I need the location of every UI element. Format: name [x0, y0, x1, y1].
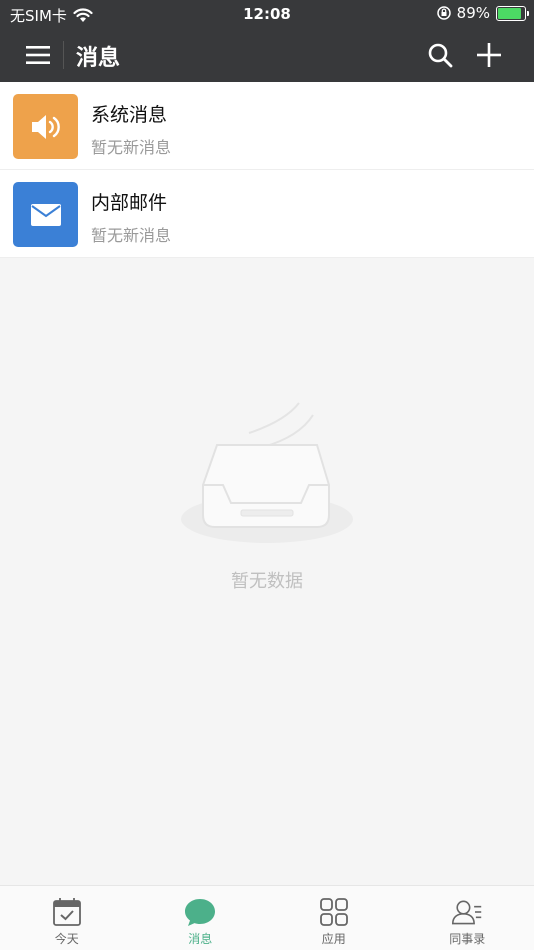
orientation-lock-icon	[436, 6, 451, 20]
tab-label: 同事录	[449, 932, 486, 946]
tab-today[interactable]: 今天	[0, 886, 134, 950]
search-icon[interactable]	[427, 42, 453, 68]
tab-bar: 今天 消息 应用 同事录	[0, 885, 534, 950]
nav-bar: 消息	[0, 28, 534, 82]
list-item-subtitle: 暂无新消息	[91, 226, 172, 245]
tab-contacts[interactable]: 同事录	[401, 886, 534, 950]
tab-label: 应用	[321, 932, 346, 946]
tab-label: 今天	[54, 932, 79, 946]
nav-divider	[63, 41, 64, 69]
tab-messages[interactable]: 消息	[134, 886, 268, 950]
empty-state: 暂无数据	[0, 370, 534, 600]
status-bar: 无SIM卡 12:08 89%	[0, 0, 534, 28]
system-messages-avatar	[13, 94, 78, 159]
status-right: 89%	[436, 4, 529, 22]
empty-box-illustration	[181, 402, 353, 543]
battery-fill	[498, 7, 522, 19]
chat-bubble-icon	[185, 899, 216, 926]
list-item-title: 系统消息	[91, 104, 168, 126]
envelope-icon	[30, 203, 61, 226]
apps-grid-icon	[319, 898, 348, 926]
list-item-internal-mail[interactable]: 内部邮件 暂无新消息	[0, 170, 534, 258]
internal-mail-avatar	[13, 182, 78, 247]
tab-apps[interactable]: 应用	[267, 886, 401, 950]
calendar-check-icon	[52, 898, 81, 926]
add-icon[interactable]	[475, 41, 503, 69]
message-list: 系统消息 暂无新消息 内部邮件 暂无新消息	[0, 82, 534, 258]
page-title: 消息	[76, 46, 121, 71]
empty-state-text: 暂无数据	[231, 571, 303, 592]
speaker-icon	[31, 114, 60, 139]
list-item-title: 内部邮件	[91, 192, 168, 214]
menu-icon[interactable]	[24, 41, 52, 69]
battery-percent: 89%	[456, 4, 490, 22]
battery-icon	[496, 5, 529, 21]
contacts-icon	[452, 900, 482, 925]
list-item-subtitle: 暂无新消息	[91, 138, 172, 157]
list-item-system-messages[interactable]: 系统消息 暂无新消息	[0, 82, 534, 170]
tab-label: 消息	[188, 932, 213, 946]
